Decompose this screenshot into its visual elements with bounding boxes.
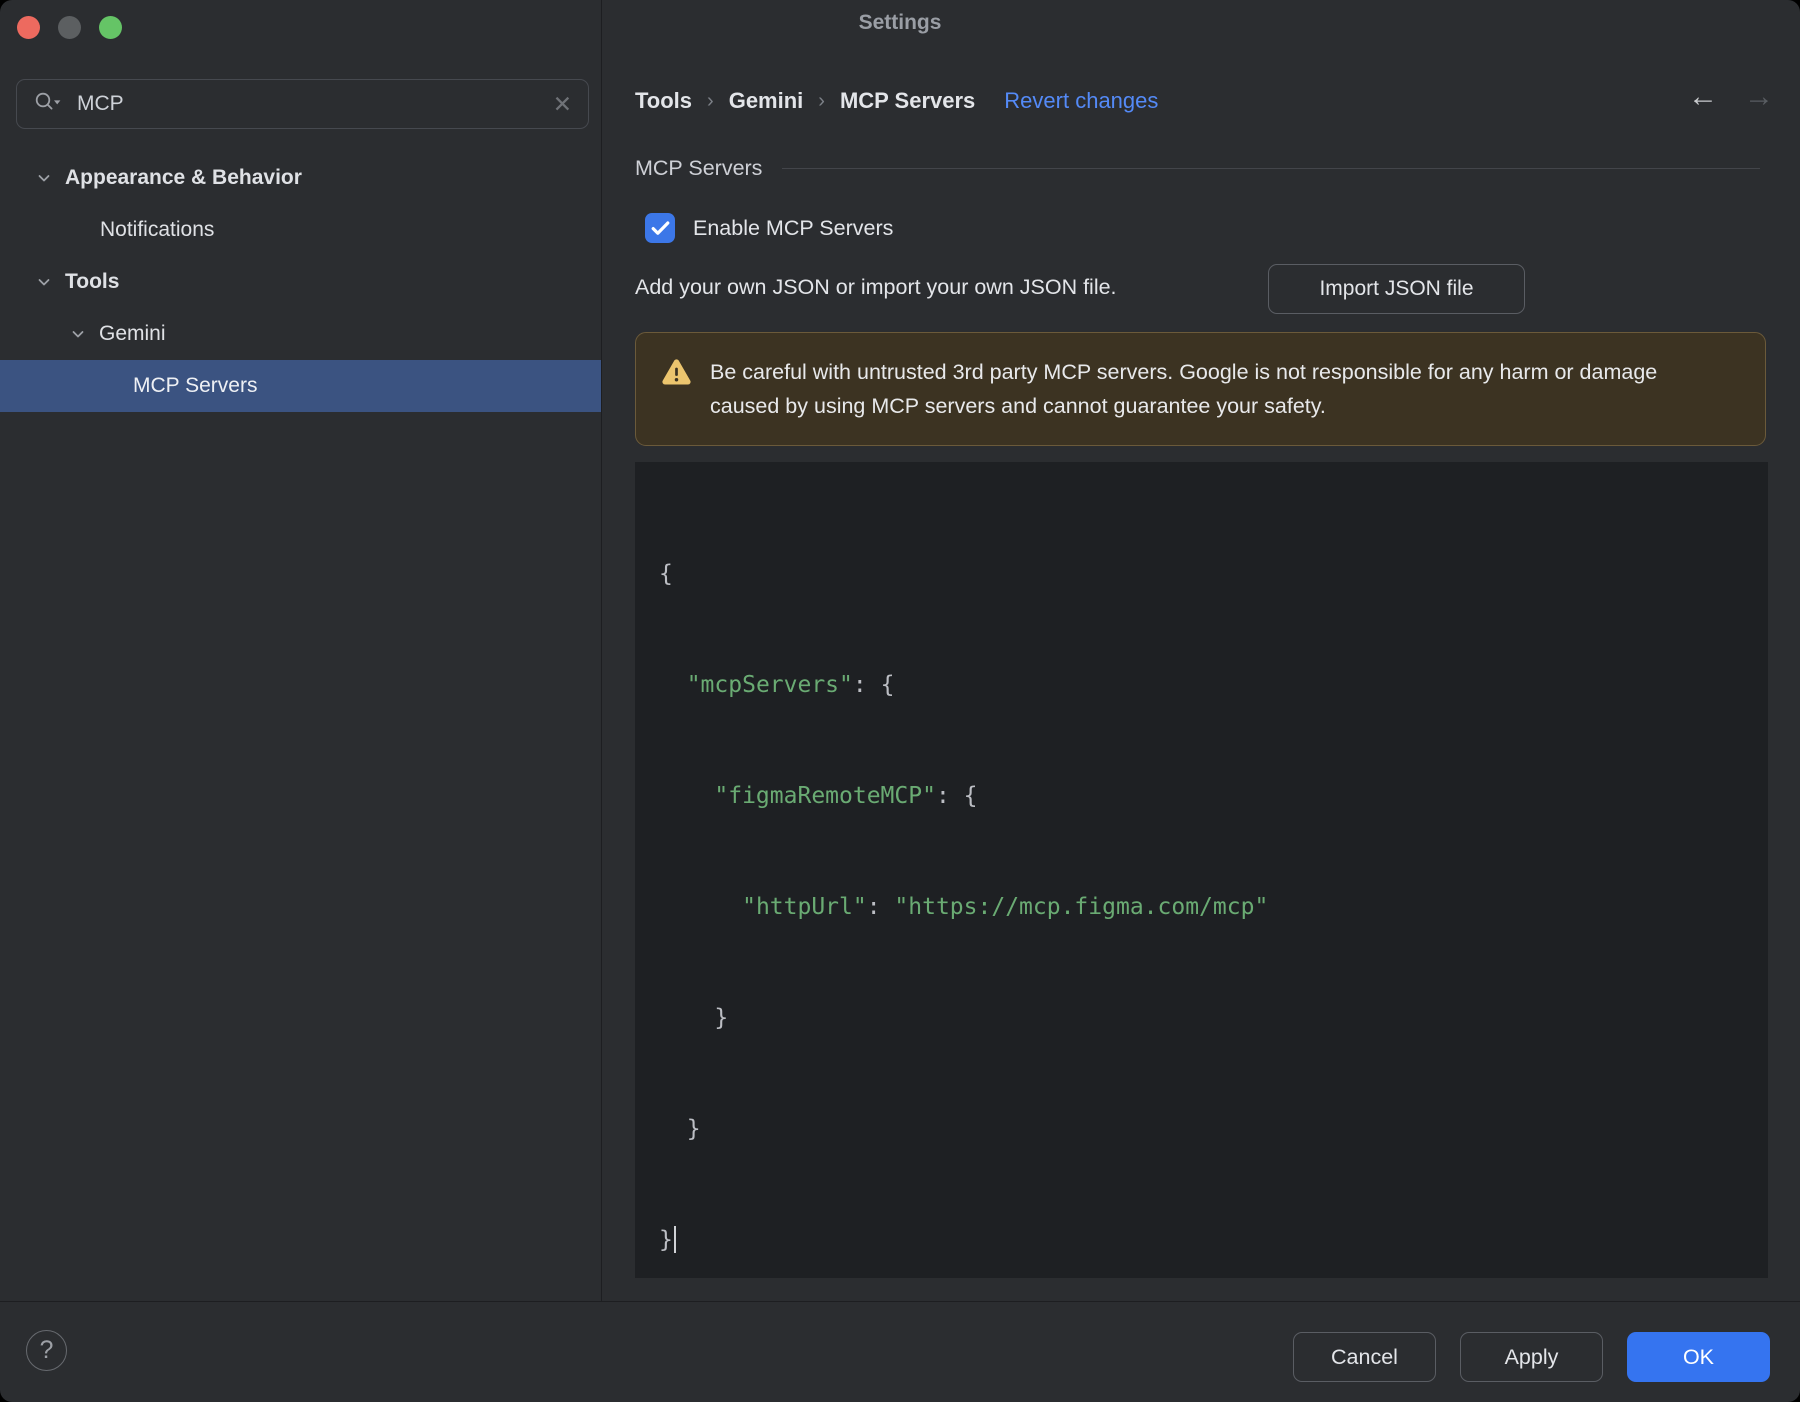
sidebar-item-label: MCP Servers [133, 374, 258, 397]
settings-content: Tools › Gemini › MCP Servers Revert chan… [602, 0, 1800, 1302]
sidebar-item-gemini[interactable]: Gemini [0, 308, 601, 360]
enable-mcp-checkbox[interactable] [645, 213, 675, 243]
sidebar-item-appearance-behavior[interactable]: Appearance & Behavior [0, 152, 601, 204]
settings-window: Settings MCP ✕ Appearance & Behavior Not… [0, 0, 1800, 1402]
search-value: MCP [77, 92, 124, 115]
warning-banner: Be careful with untrusted 3rd party MCP … [635, 332, 1766, 446]
code-line: "httpUrl": "https://mcp.figma.com/mcp" [742, 894, 1269, 920]
import-json-text: Add your own JSON or import your own JSO… [635, 275, 1117, 299]
history-nav: ← → [1688, 80, 1774, 114]
sidebar-item-label: Gemini [99, 322, 166, 345]
dialog-footer: ? Cancel Apply OK [0, 1301, 1800, 1402]
code-line: } [659, 1222, 1750, 1259]
code-line: } [659, 1116, 701, 1142]
search-input[interactable]: MCP ✕ [16, 79, 589, 129]
sidebar-item-tools[interactable]: Tools [0, 256, 601, 308]
sidebar-item-mcp-servers[interactable]: MCP Servers [0, 360, 601, 412]
breadcrumb-separator: › [707, 89, 714, 112]
revert-changes-link[interactable]: Revert changes [1004, 88, 1158, 114]
sidebar-item-label: Appearance & Behavior [65, 166, 302, 189]
settings-tree: Appearance & Behavior Notifications Tool… [0, 152, 601, 412]
cancel-button[interactable]: Cancel [1293, 1332, 1436, 1382]
code-line: { [659, 561, 673, 587]
help-icon[interactable]: ? [26, 1330, 67, 1371]
forward-arrow-icon[interactable]: → [1744, 80, 1774, 114]
import-json-row: Add your own JSON or import your own JSO… [635, 264, 1775, 314]
breadcrumb-separator: › [818, 89, 825, 112]
enable-mcp-row: Enable MCP Servers [645, 213, 893, 243]
import-json-file-button[interactable]: Import JSON file [1268, 264, 1525, 314]
ok-button[interactable]: OK [1627, 1332, 1770, 1382]
search-icon [34, 91, 62, 117]
chevron-down-icon[interactable] [36, 274, 52, 290]
code-line: } [659, 1005, 729, 1031]
warning-text: Be careful with untrusted 3rd party MCP … [710, 360, 1658, 418]
section-title: MCP Servers [635, 156, 763, 180]
breadcrumb-tools[interactable]: Tools [635, 88, 692, 114]
clear-search-icon[interactable]: ✕ [553, 92, 572, 116]
mcp-json-editor[interactable]: { "mcpServers": { "figmaRemoteMCP": { "h… [635, 462, 1768, 1278]
sidebar-item-notifications[interactable]: Notifications [0, 204, 601, 256]
enable-mcp-label: Enable MCP Servers [693, 215, 894, 240]
breadcrumb-mcp-servers: MCP Servers [839, 88, 976, 113]
check-icon [651, 220, 669, 235]
breadcrumb: Tools › Gemini › MCP Servers Revert chan… [635, 88, 1158, 114]
chevron-down-icon[interactable] [70, 326, 86, 342]
code-line: "figmaRemoteMCP": { [714, 783, 978, 809]
breadcrumb-gemini[interactable]: Gemini [729, 88, 804, 114]
footer-buttons: Cancel Apply OK [1293, 1332, 1770, 1382]
text-cursor [673, 1226, 676, 1253]
back-arrow-icon[interactable]: ← [1688, 80, 1718, 114]
section-divider [782, 168, 1760, 169]
apply-button[interactable]: Apply [1460, 1332, 1603, 1382]
settings-sidebar: MCP ✕ Appearance & Behavior Notification… [0, 0, 602, 1302]
sidebar-item-label: Notifications [100, 218, 215, 241]
chevron-down-icon[interactable] [36, 170, 52, 186]
sidebar-item-label: Tools [65, 270, 120, 293]
warning-icon [661, 358, 692, 392]
code-line: "mcpServers": { [686, 672, 895, 698]
section-header: MCP Servers [635, 156, 1768, 181]
